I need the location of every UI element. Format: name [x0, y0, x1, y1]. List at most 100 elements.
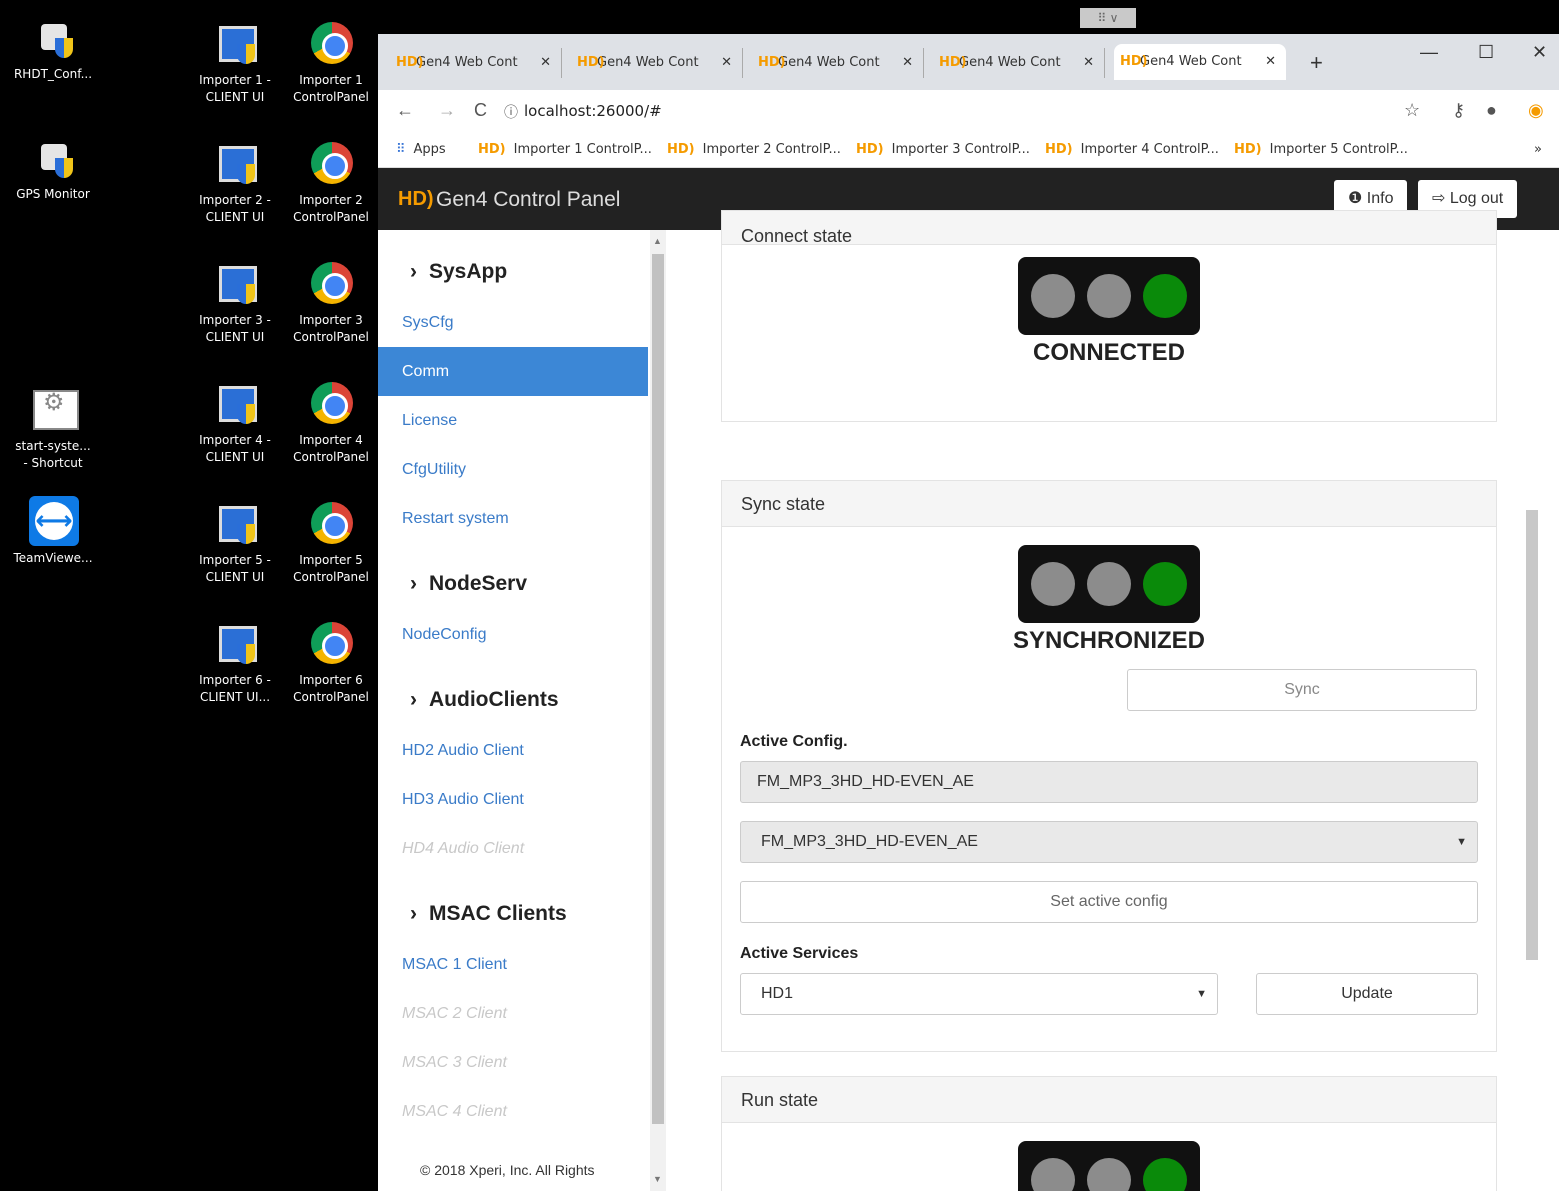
sync-status: SYNCHRONIZED [1012, 627, 1205, 654]
main-scroll-thumb[interactable] [1526, 510, 1538, 960]
sidebar-item-syscfg[interactable]: SysCfg [378, 298, 648, 347]
new-tab-button[interactable]: + [1310, 50, 1323, 76]
desktop-icon-importer5-cp[interactable]: Importer 5 ControlPanel [286, 498, 376, 586]
sidebar-item-comm[interactable]: Comm [378, 347, 648, 396]
window-snap-handle[interactable]: ⠿ ∨ [1080, 8, 1136, 28]
browser-window: HD) Gen4 Web Cont ✕ HD) Gen4 Web Cont ✕ HD) G… [378, 34, 1559, 1191]
desktop-icon-gps[interactable]: GPS Monitor [8, 132, 98, 203]
sidebar-scroll-thumb[interactable] [652, 254, 664, 1124]
desktop-icon-importer3-client[interactable]: Importer 3 - CLIENT UI [190, 258, 280, 346]
extension-icon[interactable]: ◉ [1528, 100, 1544, 121]
desktop-icon-importer2-client[interactable]: Importer 2 - CLIENT UI [190, 138, 280, 226]
copyright: © 2018 Xperi, Inc. All Rights [420, 1162, 595, 1178]
services-select[interactable]: HD1 ▼ [740, 973, 1218, 1015]
desktop-icon-importer4-client[interactable]: Importer 4 - CLIENT UI [190, 378, 280, 466]
scroll-down-icon[interactable]: ▼ [653, 1174, 662, 1184]
url-field[interactable]: localhost:26000/# [524, 102, 662, 120]
client-app-icon [209, 138, 261, 190]
close-window-icon[interactable]: ✕ [1532, 42, 1547, 63]
browser-tab-4[interactable]: HD) Gen4 Web Cont ✕ [933, 48, 1105, 78]
dropdown-caret-icon: ▼ [1196, 988, 1207, 1000]
light-off-icon [1031, 1158, 1075, 1191]
sidebar-scrollbar[interactable]: ▲ ▼ [650, 230, 666, 1191]
star-icon[interactable]: ☆ [1404, 100, 1420, 121]
profile-icon[interactable]: ● [1486, 100, 1497, 121]
maximize-icon[interactable]: ☐ [1478, 42, 1494, 63]
light-off-icon [1031, 562, 1075, 606]
browser-tab-1[interactable]: HD) Gen4 Web Cont ✕ [390, 48, 562, 78]
client-app-icon [209, 18, 261, 70]
bookmarks-more-button[interactable]: » [1534, 142, 1542, 157]
update-button[interactable]: Update [1256, 973, 1478, 1015]
forward-icon[interactable]: → [438, 100, 456, 121]
desktop-icon-importer2-cp[interactable]: Importer 2 ControlPanel [286, 138, 376, 226]
sidebar-item-hd3[interactable]: HD3 Audio Client [378, 775, 648, 824]
client-app-icon [209, 378, 261, 430]
hd-logo-icon: HD) [398, 188, 434, 210]
section-msac[interactable]: › MSAC Clients [410, 902, 567, 926]
reload-icon[interactable]: C [474, 100, 487, 121]
bookmark-importer3[interactable]: HD) Importer 3 ControlP... [856, 142, 1030, 157]
bookmark-apps[interactable]: ⠿ Apps [396, 142, 446, 157]
minimize-icon[interactable]: — [1420, 42, 1438, 63]
desktop-icon-importer1-client[interactable]: Importer 1 - CLIENT UI [190, 18, 280, 106]
desktop-icon-importer6-client[interactable]: Importer 6 - CLIENT UI... [190, 618, 280, 706]
hd-favicon-icon: HD) [1120, 54, 1148, 69]
sidebar-item-license[interactable]: License [378, 396, 648, 445]
desktop-icon-start-system[interactable]: start-syste... - Shortcut [8, 384, 98, 472]
light-off-icon [1031, 274, 1075, 318]
info-circle-icon[interactable]: ⓘ [504, 102, 518, 122]
desktop-icon-teamviewer[interactable]: TeamViewe... [8, 496, 98, 567]
hd-favicon-icon: HD) [478, 142, 506, 157]
set-active-config-button[interactable]: Set active config [740, 881, 1478, 923]
sidebar-item-hd2[interactable]: HD2 Audio Client [378, 726, 648, 775]
browser-tab-2[interactable]: HD) Gen4 Web Cont ✕ [571, 48, 743, 78]
config-select[interactable]: FM_MP3_3HD_HD-EVEN_AE ▼ [740, 821, 1478, 863]
close-tab-icon[interactable]: ✕ [1083, 48, 1094, 78]
section-nodeserv[interactable]: › NodeServ [410, 572, 527, 596]
close-tab-icon[interactable]: ✕ [902, 48, 913, 78]
chevron-right-icon: › [410, 572, 417, 595]
sidebar-item-restart[interactable]: Restart system [378, 494, 648, 543]
chevron-right-icon: › [410, 688, 417, 711]
desktop-icon-importer3-cp[interactable]: Importer 3 ControlPanel [286, 258, 376, 346]
browser-tab-3[interactable]: HD) Gen4 Web Cont ✕ [752, 48, 924, 78]
light-green-icon [1143, 274, 1187, 318]
sidebar-item-msac4: MSAC 4 Client [402, 1103, 507, 1120]
bookmark-importer2[interactable]: HD) Importer 2 ControlP... [667, 142, 841, 157]
chrome-icon [305, 258, 357, 310]
client-app-icon [209, 498, 261, 550]
back-icon[interactable]: ← [396, 100, 414, 121]
sync-button[interactable]: Sync [1127, 669, 1477, 711]
sidebar-item-msac1[interactable]: MSAC 1 Client [378, 940, 648, 989]
sidebar-item-cfgutility[interactable]: CfgUtility [378, 445, 648, 494]
address-bar: ← → C ⓘ localhost:26000/# ☆ ⚷ ● ◉ [378, 90, 1559, 132]
desktop-icon-importer6-cp[interactable]: Importer 6 ControlPanel [286, 618, 376, 706]
logout-icon: ⇨ [1432, 190, 1450, 207]
bookmark-importer1[interactable]: HD) Importer 1 ControlP... [478, 142, 652, 157]
connect-status: CONNECTED [1032, 339, 1185, 366]
browser-tab-5-active[interactable]: HD) Gen4 Web Cont ✕ [1114, 44, 1286, 80]
shortcut-gear-icon [27, 384, 79, 436]
scroll-up-icon[interactable]: ▲ [653, 236, 662, 246]
desktop-icon-importer1-cp[interactable]: Importer 1 ControlPanel [286, 18, 376, 106]
section-audioclients[interactable]: › AudioClients [410, 688, 559, 712]
key-icon[interactable]: ⚷ [1452, 100, 1465, 121]
desktop-icon-importer5-client[interactable]: Importer 5 - CLIENT UI [190, 498, 280, 586]
section-sysapp[interactable]: › SysApp [410, 260, 507, 284]
hd-favicon-icon: HD) [856, 142, 884, 157]
bookmark-importer4[interactable]: HD) Importer 4 ControlP... [1045, 142, 1219, 157]
sidebar-item-nodeconfig[interactable]: NodeConfig [378, 610, 648, 659]
light-off-icon [1087, 1158, 1131, 1191]
close-tab-icon[interactable]: ✕ [540, 48, 551, 78]
chrome-icon [305, 138, 357, 190]
gps-icon [27, 132, 79, 184]
desktop-icon-importer4-cp[interactable]: Importer 4 ControlPanel [286, 378, 376, 466]
close-tab-icon[interactable]: ✕ [1265, 44, 1276, 80]
chrome-icon [305, 378, 357, 430]
hd-favicon-icon: HD) [396, 55, 424, 70]
close-tab-icon[interactable]: ✕ [721, 48, 732, 78]
bookmark-importer5[interactable]: HD) Importer 5 ControlP... [1234, 142, 1408, 157]
connect-state-title: Connect state [722, 211, 1496, 246]
desktop-icon-rhdt[interactable]: RHDT_Conf... [8, 12, 98, 83]
